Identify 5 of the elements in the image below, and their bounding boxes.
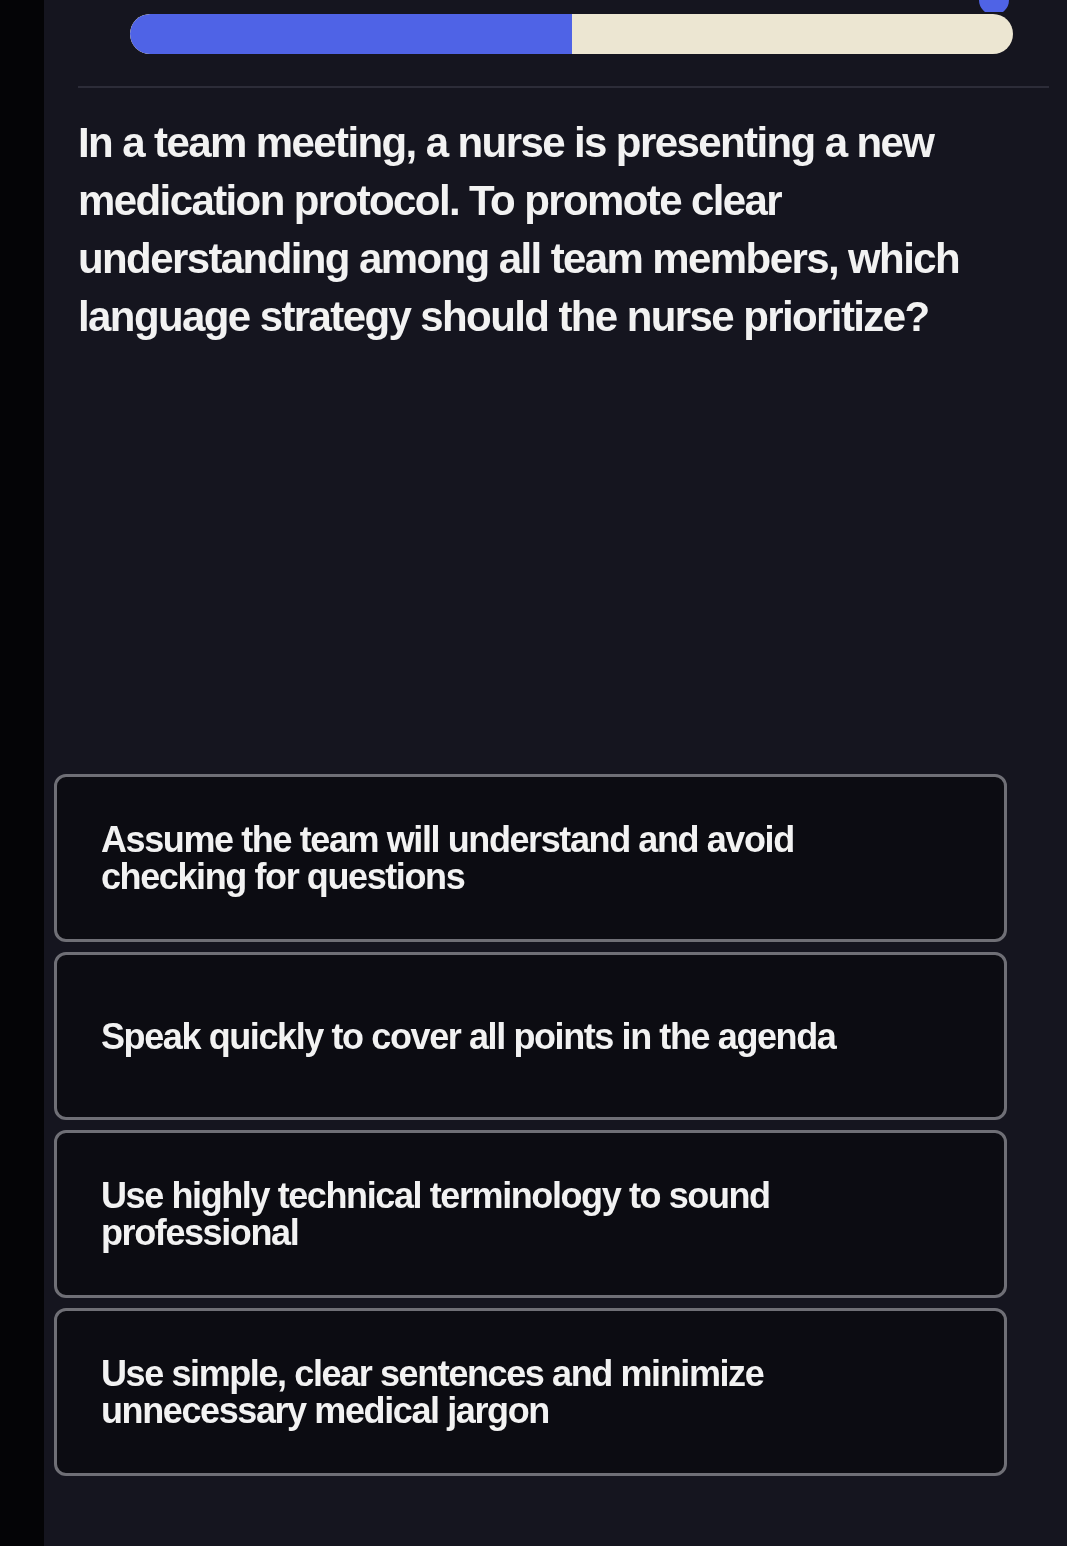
answer-option[interactable]: Speak quickly to cover all points in the agenda xyxy=(54,952,1007,1120)
answer-option[interactable]: Use simple, clear sentences and minimize unnecessary medical jargon xyxy=(54,1308,1007,1476)
question-text: In a team meeting, a nurse is presenting a new medication protocol. To promote clear understanding among all team members, which language strategy should the nurse prioritize? xyxy=(78,118,961,342)
answer-option[interactable]: Assume the team will understand and avoid checking for questions xyxy=(54,774,1007,942)
answer-option[interactable]: Use highly technical terminology to sound professional xyxy=(54,1130,1007,1298)
